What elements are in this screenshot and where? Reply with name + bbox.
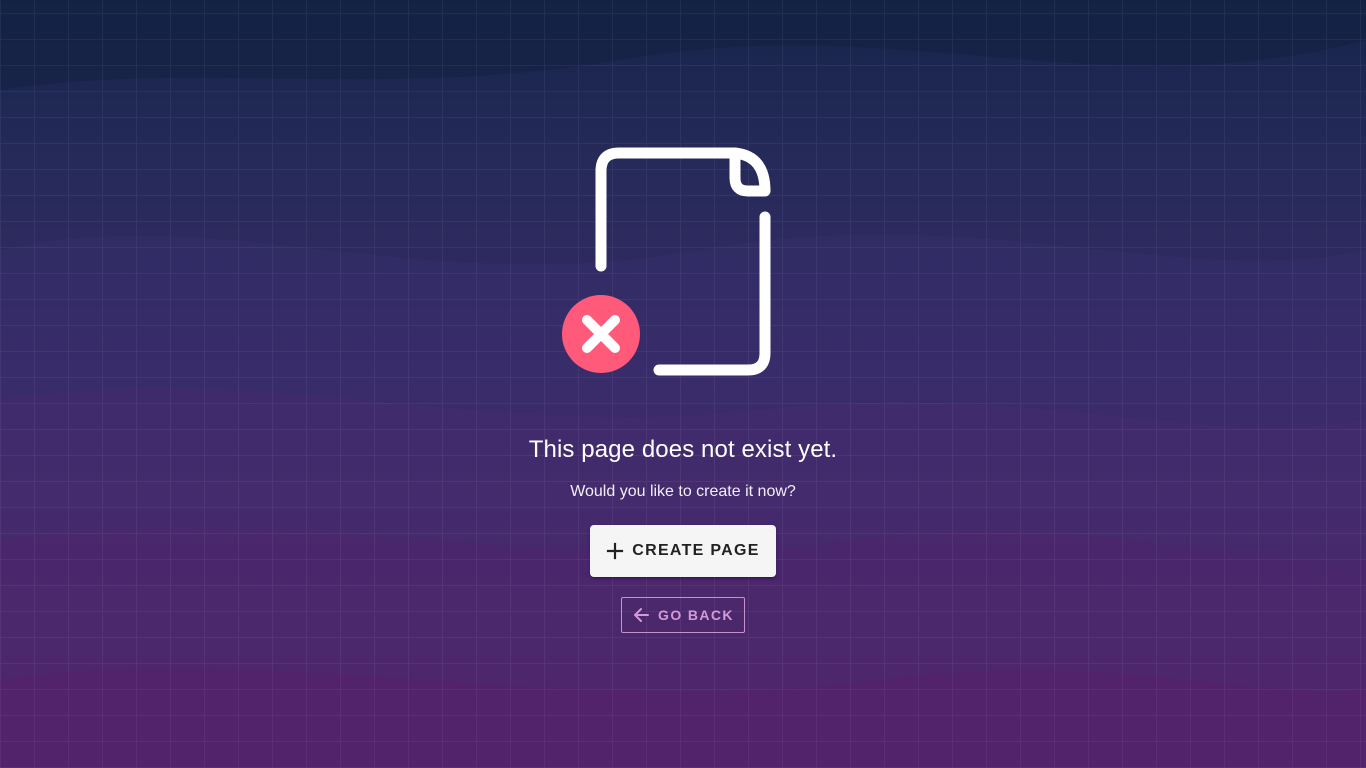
page-subtitle: Would you like to create it now? xyxy=(570,483,796,500)
missing-document-icon xyxy=(562,147,771,376)
arrow-left-icon xyxy=(634,608,650,622)
page-title: This page does not exist yet. xyxy=(528,436,838,463)
error-x-icon xyxy=(562,295,640,373)
not-found-page: This page does not exist yet. Would you … xyxy=(0,0,1366,768)
go-back-label: GO BACK xyxy=(658,607,734,623)
create-page-label: CREATE PAGE xyxy=(632,542,760,559)
go-back-button[interactable]: GO BACK xyxy=(621,597,745,633)
create-page-button[interactable]: CREATE PAGE xyxy=(590,525,776,577)
plus-icon xyxy=(607,542,624,560)
